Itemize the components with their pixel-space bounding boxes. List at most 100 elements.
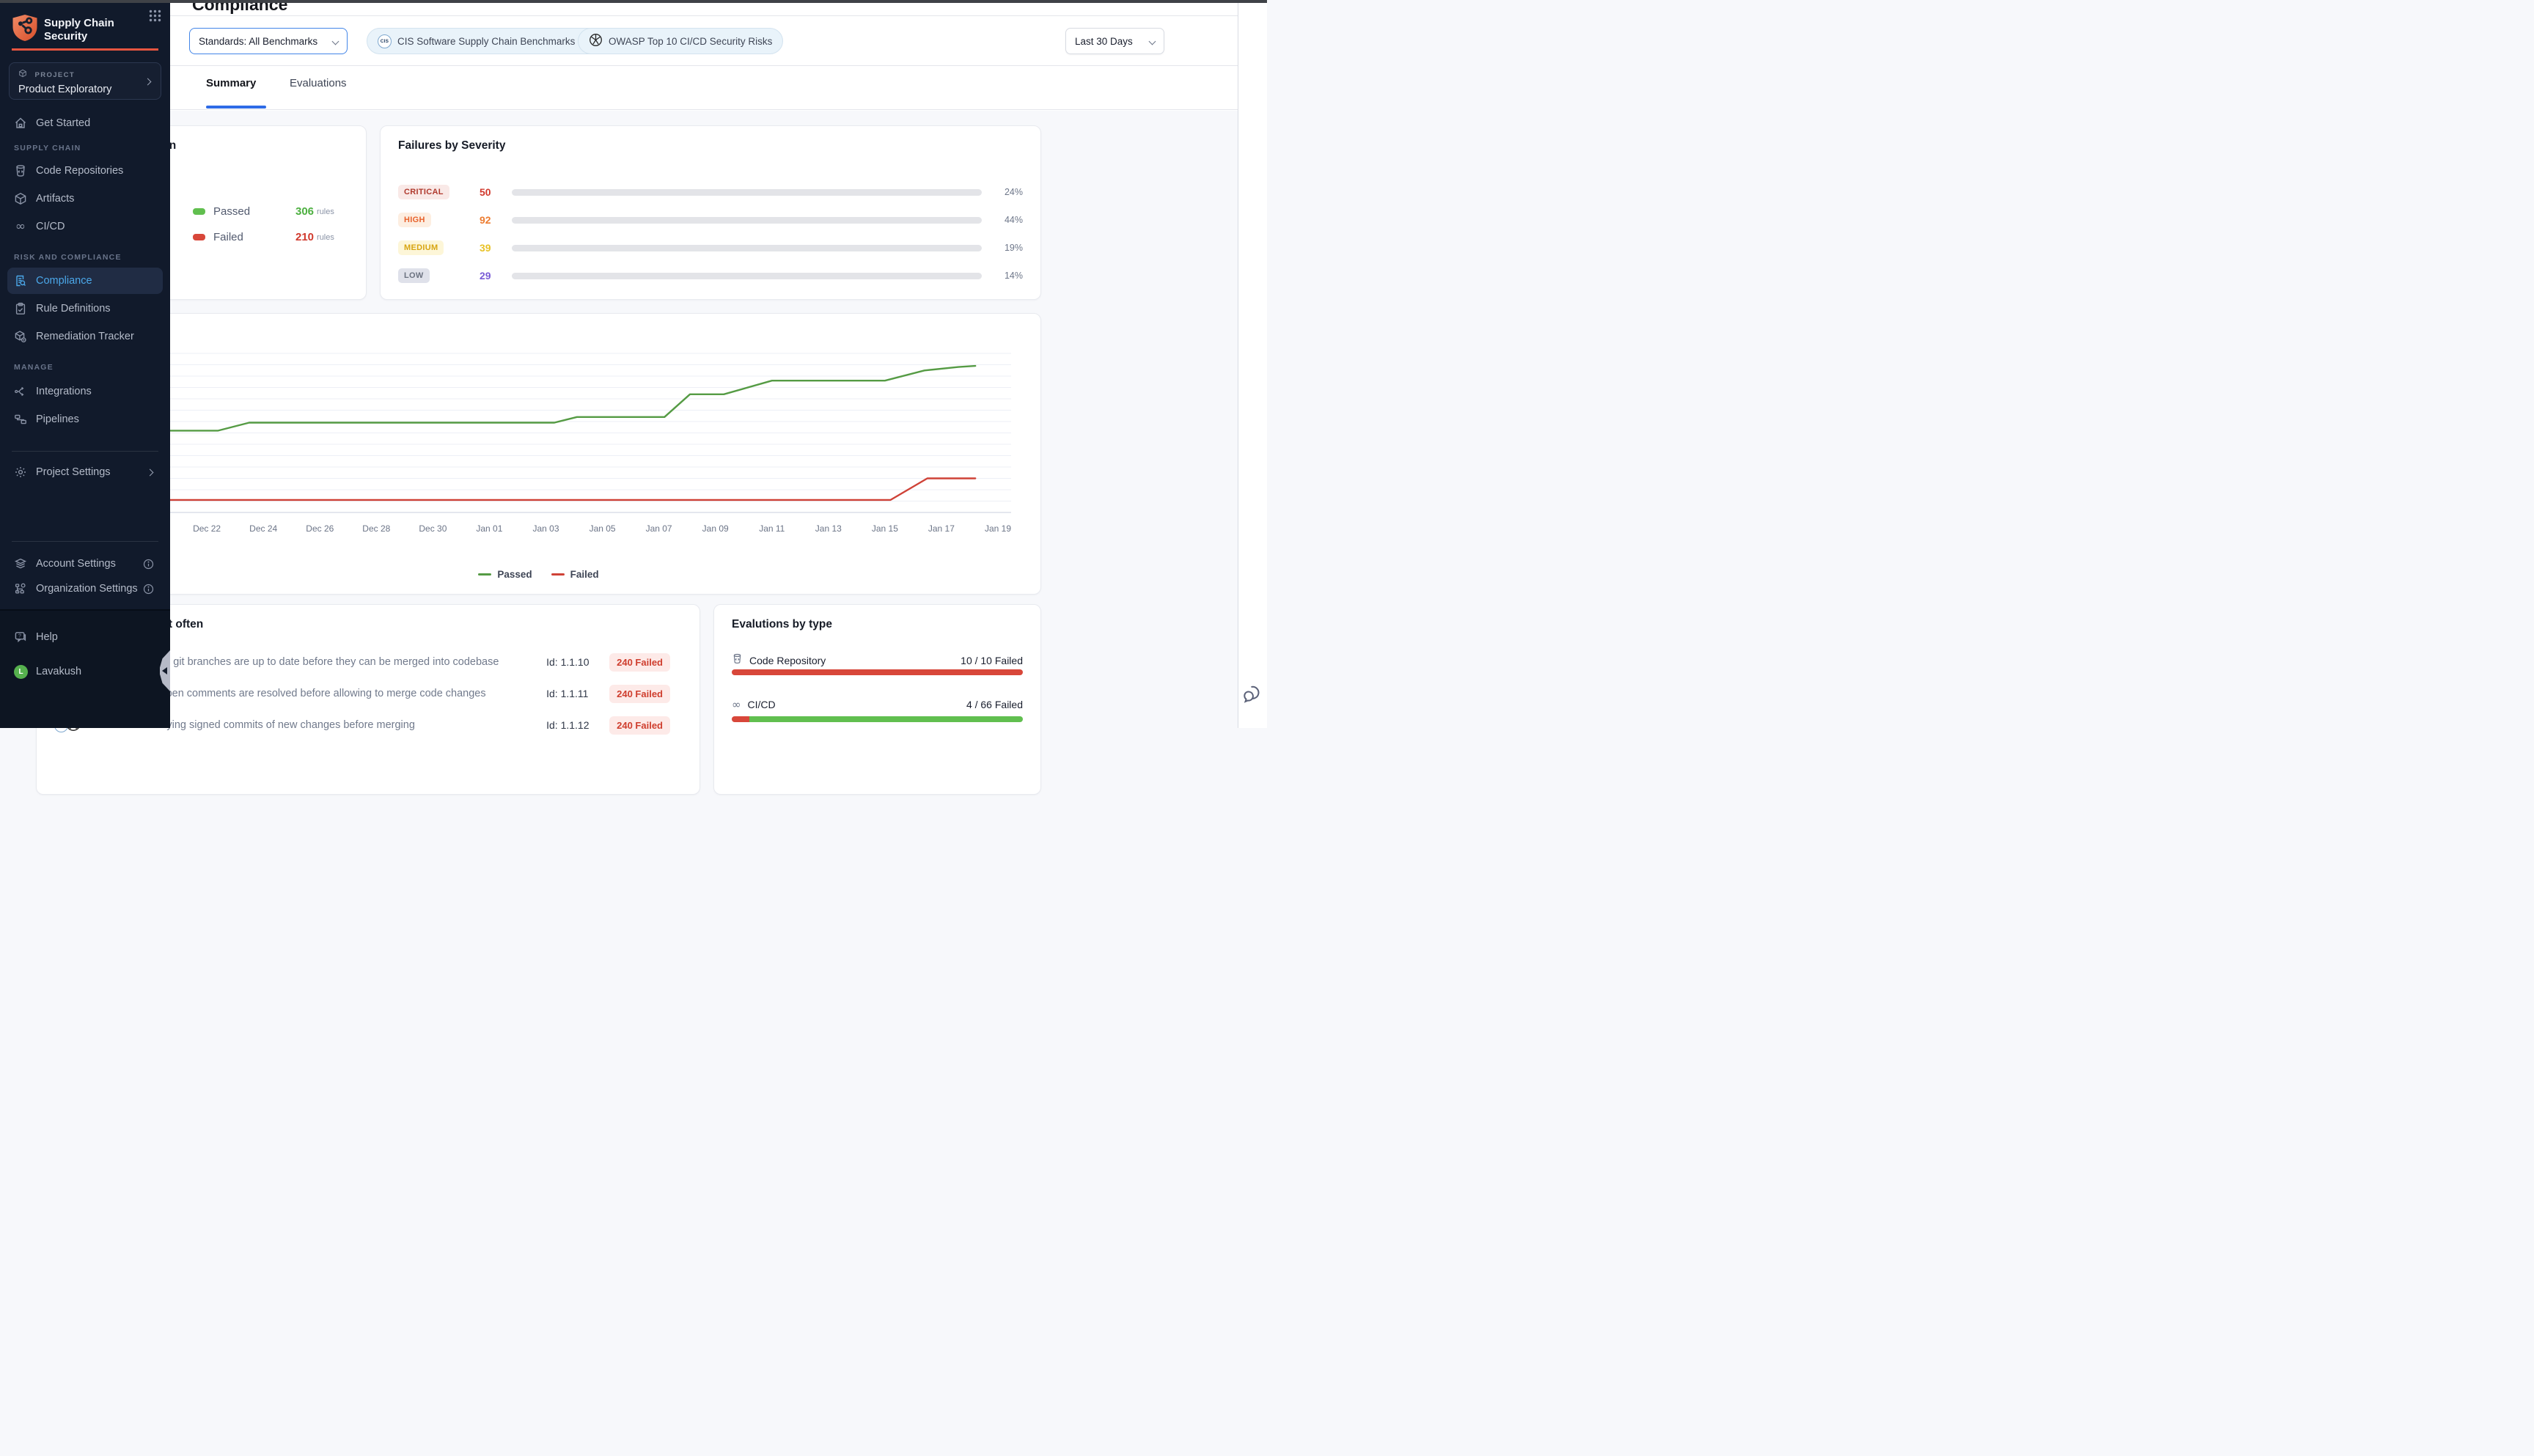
sidebar-item-label: Project Settings: [36, 466, 111, 478]
svg-text:Jan 11: Jan 11: [759, 523, 785, 534]
sidebar-item-pipelines[interactable]: Pipelines: [7, 406, 163, 433]
svg-text:Jan 15: Jan 15: [872, 523, 898, 534]
home-icon: [14, 117, 27, 130]
sidebar-item-project-settings[interactable]: Project Settings: [7, 459, 163, 485]
page-title-row: Compliance: [170, 3, 1238, 16]
svg-text:Jan 13: Jan 13: [815, 523, 842, 534]
severity-row-critical: CRITICAL 50 24%: [398, 184, 1023, 200]
type-label: CI/CD: [748, 699, 776, 710]
brand-accent-rule: [12, 48, 158, 51]
date-range-value: Last 30 Days: [1075, 36, 1133, 47]
sidebar: Supply Chain Security PROJECT Product Ex…: [0, 3, 170, 728]
passed-line-swatch-icon: [478, 573, 491, 576]
code-repository-icon: [732, 653, 743, 668]
severity-percent: 14%: [1005, 271, 1023, 281]
evaluations-by-type-card: Evalutions by type Code Repository 10 / …: [713, 604, 1041, 795]
app-title: Supply Chain Security: [44, 17, 121, 43]
severity-count: 50: [480, 186, 491, 198]
svg-text:Jan 07: Jan 07: [646, 523, 672, 534]
rule-id: Id: 1.1.11: [546, 688, 599, 699]
sidebar-item-code-repositories[interactable]: Code Repositories: [7, 158, 163, 184]
chat-bubbles-icon[interactable]: [1241, 680, 1266, 705]
filter-chip-owasp[interactable]: OWASP Top 10 CI/CD Security Risks: [578, 28, 783, 54]
legend-item-passed: Passed 306 rules: [193, 205, 354, 218]
chevron-down-icon: [332, 37, 339, 45]
sidebar-item-label: Code Repositories: [36, 165, 123, 177]
type-value: 4 / 66 Failed: [966, 699, 1023, 710]
app-grid-icon[interactable]: [149, 10, 161, 26]
sidebar-divider: [12, 451, 158, 452]
trend-legend-passed: Passed: [478, 569, 532, 580]
sidebar-item-rule-definitions[interactable]: Rule Definitions: [7, 295, 163, 322]
severity-count: 92: [480, 214, 491, 226]
sidebar-item-account-settings[interactable]: Account Settings: [7, 551, 163, 577]
filter-chip-label: CIS Software Supply Chain Benchmarks 1.0: [397, 36, 592, 47]
severity-percent: 44%: [1005, 215, 1023, 225]
sidebar-item-cicd[interactable]: ∞ CI/CD: [7, 213, 163, 240]
svg-text:Jan 17: Jan 17: [928, 523, 955, 534]
sidebar-item-organization-settings[interactable]: Organization Settings: [7, 576, 163, 602]
failed-count-badge: 240 Failed: [609, 653, 670, 672]
standards-dropdown-value: Standards: All Benchmarks: [199, 36, 317, 47]
chevron-right-icon: [147, 468, 154, 476]
passed-swatch-icon: [193, 208, 205, 215]
sidebar-item-label: Pipelines: [36, 413, 79, 425]
section-label-risk-compliance: RISK AND COMPLIANCE: [14, 253, 122, 262]
severity-row-medium: MEDIUM 39 19%: [398, 240, 1023, 256]
sidebar-item-label: Compliance: [36, 275, 92, 287]
tabs: Summary Evaluations: [170, 67, 1238, 110]
tab-evaluations[interactable]: Evaluations: [290, 77, 347, 89]
infinity-icon: ∞: [732, 699, 741, 710]
standards-dropdown[interactable]: Standards: All Benchmarks: [189, 28, 348, 54]
integrations-icon: [14, 385, 27, 398]
sidebar-item-label: Account Settings: [36, 558, 116, 570]
failed-count: 210: [295, 231, 314, 243]
sidebar-item-help[interactable]: ? Help: [7, 624, 163, 650]
sidebar-item-compliance[interactable]: Compliance: [7, 268, 163, 294]
sidebar-item-artifacts[interactable]: Artifacts: [7, 185, 163, 212]
svg-text:Jan 03: Jan 03: [532, 523, 559, 534]
project-label: PROJECT: [34, 71, 75, 79]
infinity-icon: ∞: [14, 220, 27, 233]
failed-count-badge: 240 Failed: [609, 716, 670, 735]
trend-legend: Passed Failed: [37, 569, 1040, 580]
date-range-dropdown[interactable]: Last 30 Days: [1065, 28, 1164, 54]
svg-text:Dec 30: Dec 30: [419, 523, 447, 534]
sidebar-user[interactable]: L Lavakush: [7, 658, 163, 685]
rule-id: Id: 1.1.12: [546, 719, 599, 731]
severity-row-low: LOW 29 14%: [398, 268, 1023, 284]
type-bar-code-repository: [732, 669, 1023, 675]
type-bar-cicd: [732, 716, 1023, 722]
passed-count: 306: [295, 205, 314, 218]
gear-icon: [14, 466, 27, 479]
info-icon: [143, 559, 154, 570]
failed-count-badge: 240 Failed: [609, 685, 670, 703]
card-title: Evalutions by type: [732, 618, 832, 631]
active-tab-underline: [206, 106, 266, 109]
pipelines-icon: [14, 413, 27, 426]
artifact-cube-icon: [14, 192, 27, 205]
sidebar-item-label: CI/CD: [36, 221, 65, 232]
tab-summary[interactable]: Summary: [206, 77, 256, 89]
trend-legend-failed: Failed: [551, 569, 599, 580]
sidebar-item-label: Get Started: [36, 117, 90, 129]
scrollbar-gutter[interactable]: [1238, 3, 1267, 728]
section-label-manage: MANAGE: [14, 363, 54, 372]
severity-percent: 19%: [1005, 243, 1023, 253]
owasp-logo-icon: [589, 33, 603, 49]
sidebar-item-get-started[interactable]: Get Started: [7, 110, 163, 136]
legend-item-failed: Failed 210 rules: [193, 231, 354, 243]
rule-id: Id: 1.1.10: [546, 656, 599, 668]
severity-badge: CRITICAL: [398, 185, 449, 199]
org-settings-icon: [14, 582, 27, 595]
help-chat-icon: ?: [14, 630, 27, 644]
sidebar-item-integrations[interactable]: Integrations: [7, 378, 163, 405]
filter-chip-cis[interactable]: CIS CIS Software Supply Chain Benchmarks…: [367, 28, 603, 54]
svg-text:?: ?: [18, 634, 21, 639]
project-selector[interactable]: PROJECT Product Exploratory: [9, 62, 161, 100]
svg-text:Dec 22: Dec 22: [193, 523, 221, 534]
failed-swatch-icon: [193, 234, 205, 240]
section-label-supply-chain: SUPPLY CHAIN: [14, 144, 81, 152]
sidebar-item-remediation-tracker[interactable]: Remediation Tracker: [7, 323, 163, 350]
window-top-strip: [0, 0, 1267, 3]
